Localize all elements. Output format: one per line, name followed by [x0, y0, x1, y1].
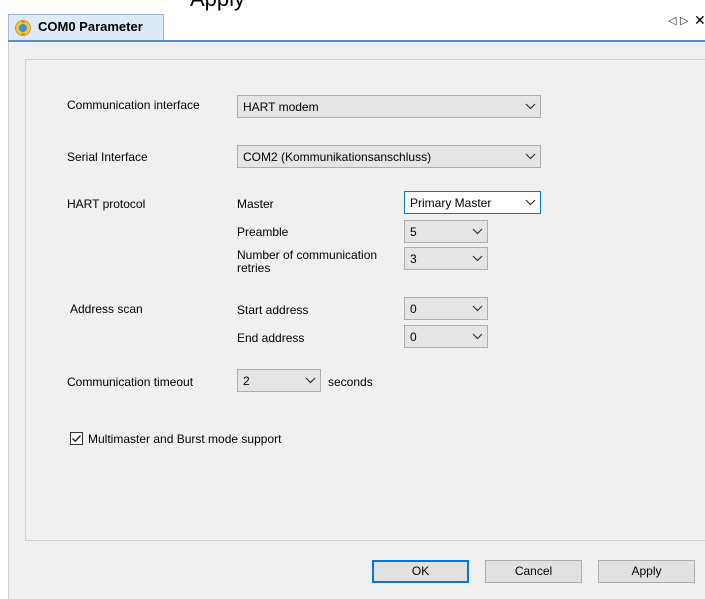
- chevron-down-icon: [525, 103, 536, 110]
- serial-interface-value: COM2 (Kommunikationsanschluss): [243, 150, 432, 164]
- start-address-value: 0: [410, 302, 417, 316]
- master-label: Master: [237, 197, 274, 211]
- communication-interface-label: Communication interface: [67, 98, 200, 112]
- end-address-label: End address: [237, 331, 305, 345]
- retries-label: Number of communication retries: [237, 249, 377, 275]
- hart-protocol-label: HART protocol: [67, 197, 146, 211]
- cancel-button[interactable]: Cancel: [485, 560, 582, 583]
- scroll-tabs-left-icon[interactable]: ◁: [668, 14, 676, 27]
- end-address-value: 0: [410, 330, 417, 344]
- close-tab-icon[interactable]: ✕: [694, 12, 705, 29]
- preamble-label: Preamble: [237, 225, 289, 239]
- communication-interface-select[interactable]: HART modem: [237, 95, 541, 118]
- start-address-select[interactable]: 0: [404, 297, 488, 320]
- address-scan-label: Address scan: [70, 302, 143, 316]
- chevron-down-icon: [472, 333, 483, 340]
- communication-timeout-label: Communication timeout: [67, 375, 194, 389]
- gear-device-icon: [14, 19, 32, 37]
- timeout-unit-label: seconds: [328, 375, 373, 389]
- tab-com0-parameter[interactable]: COM0 Parameter: [8, 14, 164, 41]
- multimaster-label: Multimaster and Burst mode support: [88, 432, 282, 446]
- preamble-value: 5: [410, 225, 417, 239]
- chevron-down-icon: [525, 199, 536, 206]
- communication-interface-value: HART modem: [243, 100, 319, 114]
- chevron-down-icon: [472, 228, 483, 235]
- clipped-toolbar-text: Apply: [190, 0, 245, 12]
- master-select[interactable]: Primary Master: [404, 191, 541, 214]
- chevron-down-icon: [472, 255, 483, 262]
- ok-button[interactable]: OK: [372, 560, 469, 583]
- communication-timeout-value: 2: [243, 374, 250, 388]
- retries-label-line2: retries: [237, 261, 271, 275]
- chevron-down-icon: [525, 153, 536, 160]
- communication-timeout-select[interactable]: 2: [237, 369, 321, 392]
- parameters-panel: [25, 59, 705, 541]
- retries-select[interactable]: 3: [404, 247, 488, 270]
- chevron-down-icon: [305, 377, 316, 384]
- retries-value: 3: [410, 252, 417, 266]
- checkmark-icon: [72, 435, 82, 443]
- start-address-label: Start address: [237, 303, 309, 317]
- preamble-select[interactable]: 5: [404, 220, 488, 243]
- scroll-tabs-right-icon[interactable]: ▷: [680, 14, 688, 27]
- retries-label-line1: Number of communication: [237, 248, 378, 262]
- master-value: Primary Master: [410, 196, 492, 210]
- serial-interface-label: Serial Interface: [67, 150, 148, 164]
- apply-button[interactable]: Apply: [598, 560, 695, 583]
- serial-interface-select[interactable]: COM2 (Kommunikationsanschluss): [237, 145, 541, 168]
- chevron-down-icon: [472, 305, 483, 312]
- multimaster-checkbox[interactable]: [70, 432, 83, 445]
- tab-title: COM0 Parameter: [38, 19, 143, 34]
- end-address-select[interactable]: 0: [404, 325, 488, 348]
